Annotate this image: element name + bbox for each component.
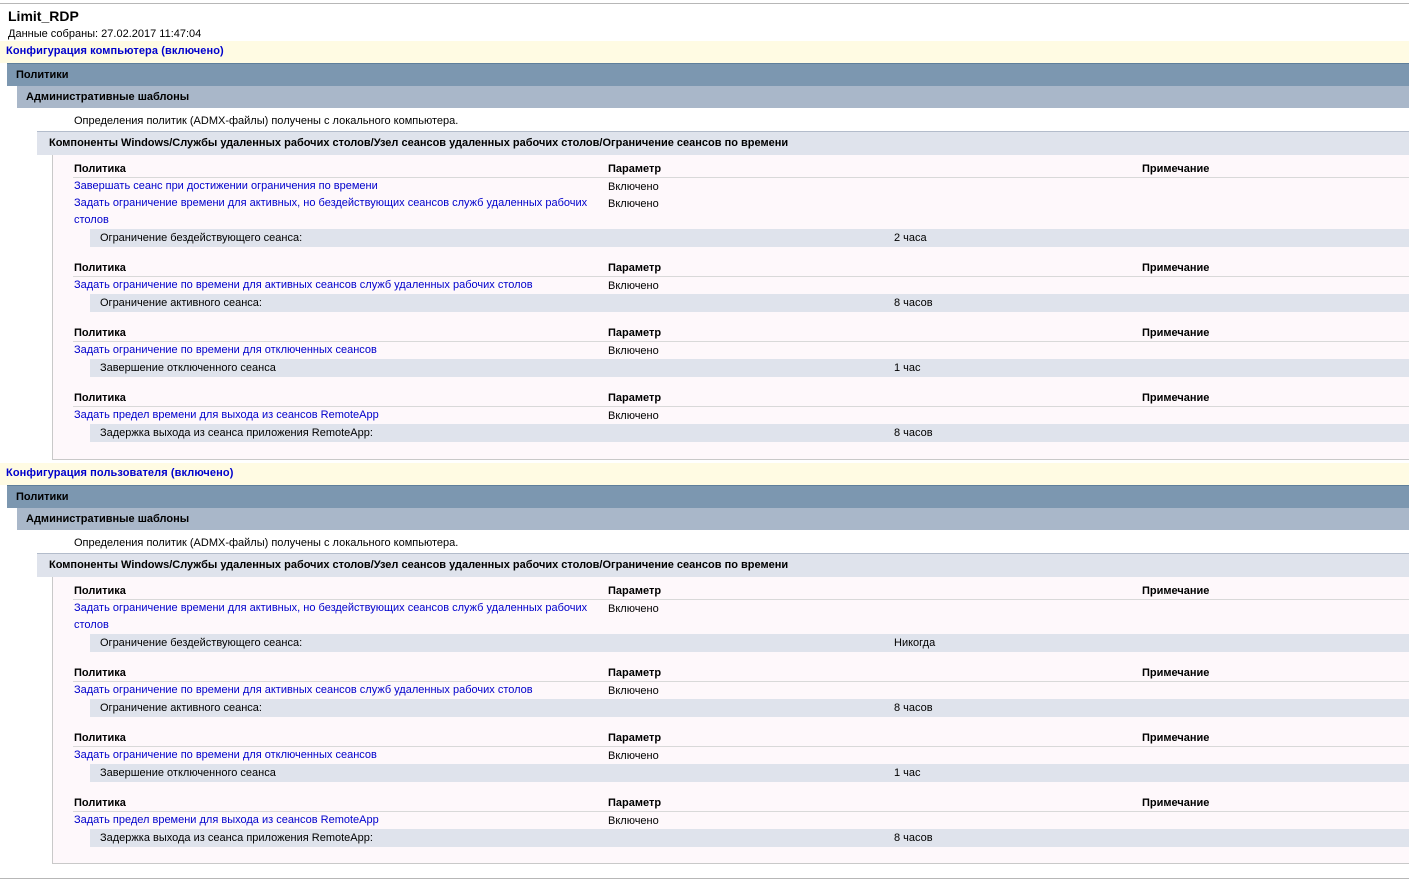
policy-link[interactable]: Задать ограничение по времени для отключ…	[74, 747, 594, 764]
setting-label: Задержка выхода из сеанса приложения Rem…	[100, 427, 373, 439]
data-collected-timestamp: Данные собраны: 27.02.2017 11:47:04	[8, 28, 202, 40]
setting-label: Ограничение бездействующего сеанса:	[100, 637, 303, 649]
column-header-policy: Политика	[74, 327, 126, 339]
column-header-comment: Примечание	[1142, 667, 1210, 679]
policy-link[interactable]: Завершать сеанс при достижении ограничен…	[74, 178, 594, 195]
column-header-comment: Примечание	[1142, 732, 1210, 744]
admin-templates-label: Административные шаблоны	[26, 513, 190, 525]
policy-link[interactable]: Задать ограничение времени для активных,…	[74, 195, 594, 229]
policy-state: Включено	[608, 685, 659, 697]
admin-templates-section-header[interactable]: Административные шаблоны	[17, 86, 1409, 108]
column-header-comment: Примечание	[1142, 797, 1210, 809]
setting-value: 1 час	[894, 362, 921, 374]
column-header-policy: Политика	[74, 732, 126, 744]
setting-label: Ограничение активного сеанса:	[100, 297, 262, 309]
column-header-comment: Примечание	[1142, 262, 1210, 274]
policies-section-header[interactable]: Политики	[7, 485, 1409, 508]
component-path-header[interactable]: Компоненты Windows/Службы удаленных рабо…	[37, 553, 1409, 577]
column-header-policy: Политика	[74, 163, 126, 175]
component-path-header[interactable]: Компоненты Windows/Службы удаленных рабо…	[37, 131, 1409, 155]
policy-state: Включено	[608, 815, 659, 827]
policy-setting-row: Ограничение активного сеанса: 8 часов	[90, 294, 1409, 312]
column-header-policy: Политика	[74, 797, 126, 809]
policy-link[interactable]: Задать предел времени для выхода из сеан…	[74, 812, 594, 829]
column-header-comment: Примечание	[1142, 327, 1210, 339]
computer-config-band: Конфигурация компьютера (включено)	[0, 41, 1409, 63]
policy-state: Включено	[608, 750, 659, 762]
component-path-label: Компоненты Windows/Службы удаленных рабо…	[49, 137, 789, 149]
setting-label: Задержка выхода из сеанса приложения Rem…	[100, 832, 373, 844]
policy-setting-row: Ограничение бездействующего сеанса: Нико…	[90, 634, 1409, 652]
column-header-setting: Параметр	[608, 585, 662, 597]
policy-state: Включено	[608, 181, 659, 193]
user-config-header-link[interactable]: Конфигурация пользователя (включено)	[6, 467, 233, 479]
column-header-policy: Политика	[74, 667, 126, 679]
policy-link[interactable]: Задать предел времени для выхода из сеан…	[74, 407, 594, 424]
setting-value: 2 часа	[894, 232, 927, 244]
setting-label: Завершение отключенного сеанса	[100, 767, 276, 779]
policy-state: Включено	[608, 198, 659, 210]
admx-definitions-note: Определения политик (ADMX-файлы) получен…	[74, 537, 459, 549]
column-header-setting: Параметр	[608, 163, 662, 175]
column-header-comment: Примечание	[1142, 392, 1210, 404]
column-header-setting: Параметр	[608, 392, 662, 404]
report-title: Limit_RDP	[8, 8, 79, 24]
policy-setting-row: Завершение отключенного сеанса 1 час	[90, 359, 1409, 377]
policies-section-header[interactable]: Политики	[7, 63, 1409, 86]
policy-link[interactable]: Задать ограничение по времени для активн…	[74, 682, 594, 699]
column-header-comment: Примечание	[1142, 585, 1210, 597]
policy-state: Включено	[608, 345, 659, 357]
user-config-band: Конфигурация пользователя (включено)	[0, 463, 1409, 485]
policy-state: Включено	[608, 280, 659, 292]
column-header-policy: Политика	[74, 585, 126, 597]
admx-definitions-note: Определения политик (ADMX-файлы) получен…	[74, 115, 459, 127]
column-header-setting: Параметр	[608, 667, 662, 679]
setting-label: Ограничение активного сеанса:	[100, 702, 262, 714]
top-divider	[0, 3, 1409, 4]
admin-templates-section-header[interactable]: Административные шаблоны	[17, 508, 1409, 530]
column-header-comment: Примечание	[1142, 163, 1210, 175]
column-header-setting: Параметр	[608, 327, 662, 339]
setting-value: 8 часов	[894, 832, 933, 844]
setting-value: 8 часов	[894, 702, 933, 714]
policy-link[interactable]: Задать ограничение времени для активных,…	[74, 600, 594, 634]
admin-templates-label: Административные шаблоны	[26, 91, 190, 103]
policy-link[interactable]: Задать ограничение по времени для активн…	[74, 277, 594, 294]
policy-link[interactable]: Задать ограничение по времени для отключ…	[74, 342, 594, 359]
setting-value: 8 часов	[894, 297, 933, 309]
policy-setting-row: Ограничение активного сеанса: 8 часов	[90, 699, 1409, 717]
column-header-setting: Параметр	[608, 797, 662, 809]
policies-section-label: Политики	[16, 491, 69, 503]
column-header-policy: Политика	[74, 262, 126, 274]
policy-state: Включено	[608, 603, 659, 615]
computer-config-header-link[interactable]: Конфигурация компьютера (включено)	[6, 45, 224, 57]
setting-label: Ограничение бездействующего сеанса:	[100, 232, 303, 244]
policy-state: Включено	[608, 410, 659, 422]
policy-setting-row: Завершение отключенного сеанса 1 час	[90, 764, 1409, 782]
policy-setting-row: Ограничение бездействующего сеанса: 2 ча…	[90, 229, 1409, 247]
policy-setting-row: Задержка выхода из сеанса приложения Rem…	[90, 424, 1409, 442]
setting-value: 1 час	[894, 767, 921, 779]
column-header-policy: Политика	[74, 392, 126, 404]
column-header-setting: Параметр	[608, 732, 662, 744]
setting-value: 8 часов	[894, 427, 933, 439]
policy-setting-row: Задержка выхода из сеанса приложения Rem…	[90, 829, 1409, 847]
policies-section-label: Политики	[16, 69, 69, 81]
bottom-divider	[0, 878, 1409, 879]
component-path-label: Компоненты Windows/Службы удаленных рабо…	[49, 559, 789, 571]
setting-value: Никогда	[894, 637, 936, 649]
column-header-setting: Параметр	[608, 262, 662, 274]
setting-label: Завершение отключенного сеанса	[100, 362, 276, 374]
